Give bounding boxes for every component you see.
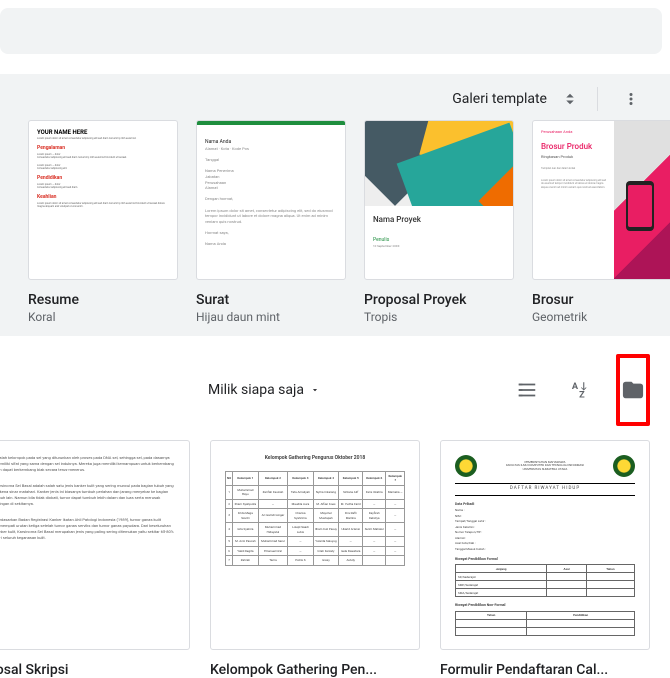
thumb-section: Keahlian: [37, 194, 169, 201]
org-line: UNIVERSITAS SUMATERA UTARA: [477, 468, 613, 472]
thumb-date: 10 September 20XX: [373, 244, 505, 248]
thumb-text: Lorem ipsum — dolorConsectetur adipiscin…: [37, 164, 169, 171]
doc-card[interactable]: Kelompok Gathering Pengurus Oktober 2018…: [210, 440, 420, 678]
doc-table: NOKelompok 1Kelompok 2Kelompok 3Kelompok…: [225, 471, 405, 566]
thumb-text: Lorem ipsum — dolorConsectetur adipiscin…: [37, 153, 169, 160]
sort-az-icon[interactable]: AZ: [562, 371, 600, 409]
template-gallery-section: Galeri template YOUR NAME HERE Lorem ips…: [0, 74, 670, 336]
org-logo-icon: [613, 455, 635, 477]
form-section: Riwayat Pendidikan Non-Formal: [455, 603, 635, 608]
highlight-annotation: [616, 354, 650, 426]
template-thumb: YOUR NAME HERE Lorem ipsum dolor sit ame…: [28, 120, 178, 280]
thumb-name: YOUR NAME HERE: [37, 129, 169, 137]
template-gallery-label: Galeri template: [452, 91, 547, 107]
template-card-brosur[interactable]: Perusahaan Anda Brosur Produk Ringkasan …: [532, 120, 670, 324]
org-logo-icon: [455, 455, 477, 477]
search-bar[interactable]: [0, 8, 662, 54]
form-section: Data Pribadi: [455, 502, 635, 507]
doc-thumb: adalah kelompok pada sel yang diturunkan…: [0, 440, 190, 650]
recent-docs-row: adalah kelompok pada sel yang diturunkan…: [0, 440, 670, 678]
thumb-sub: Ringkasan Produk: [541, 154, 606, 160]
open-file-picker-icon[interactable]: [622, 352, 644, 428]
doc-title: oposal Skripsi: [0, 662, 190, 678]
thumb-text: Lorem ipsum dolor sit amet consectetur a…: [37, 202, 169, 209]
doc-card[interactable]: adalah kelompok pada sel yang diturunkan…: [0, 440, 190, 678]
thumb-section: Pendidikan: [37, 175, 169, 182]
template-title: Proposal Proyek: [364, 292, 514, 308]
template-gallery-header: Galeri template: [0, 74, 670, 120]
owner-filter-dropdown[interactable]: Milik siapa saja: [200, 376, 328, 404]
svg-text:A: A: [572, 382, 579, 392]
thumb-heading: Brosur Produk: [541, 141, 606, 152]
form-title: DAFTAR RIWAYAT HIDUP: [455, 483, 635, 496]
thumb-title: Nama Proyek: [373, 214, 505, 225]
template-subtitle: Geometrik: [532, 310, 670, 324]
divider: [597, 87, 598, 111]
template-thumb: Nama Proyek Penulis 10 September 20XX: [364, 120, 514, 280]
svg-text:Z: Z: [579, 390, 585, 400]
docs-toolbar: Milik siapa saja AZ: [0, 336, 670, 440]
thumb-text: Lorem ipsum dolor sit amet consectetur a…: [37, 137, 169, 141]
template-subtitle: Tropis: [364, 310, 514, 324]
template-title: Surat: [196, 292, 346, 308]
dropdown-arrow-icon: [310, 385, 320, 395]
doc-thumb: Kelompok Gathering Pengurus Oktober 2018…: [210, 440, 420, 650]
template-title: Brosur: [532, 292, 670, 308]
template-row: YOUR NAME HERE Lorem ipsum dolor sit ame…: [0, 120, 670, 324]
thumb-author: Penulis: [373, 237, 505, 244]
doc-card[interactable]: PEMERINTAHAN MAHASISWA FAKULTAS ILMU KOM…: [440, 440, 650, 678]
doc-title: Kelompok Gathering Pen...: [210, 662, 420, 678]
thumb-text: Lorem ipsum — dolorConsectetur adipiscin…: [37, 183, 169, 190]
template-subtitle: Koral: [28, 310, 178, 324]
thumb-tag: Tampilan luar dan dalam kotak: [541, 167, 606, 171]
owner-filter-label: Milik siapa saja: [208, 382, 304, 398]
more-options-icon[interactable]: [616, 84, 646, 114]
template-thumb: Perusahaan Anda Brosur Produk Ringkasan …: [532, 120, 670, 280]
template-card-resume[interactable]: YOUR NAME HERE Lorem ipsum dolor sit ame…: [28, 120, 178, 324]
list-view-icon[interactable]: [508, 371, 546, 409]
template-title: Resume: [28, 292, 178, 308]
doc-title: Formulir Pendaftaran Cal...: [440, 662, 650, 678]
form-section: Riwayat Pendidikan Formal: [455, 557, 635, 562]
thumb-company: Perusahaan Anda: [541, 129, 606, 135]
thumb-section: Pengalaman: [37, 145, 169, 152]
doc-table-header: Kelompok Gathering Pengurus Oktober 2018: [225, 455, 405, 463]
template-subtitle: Hijau daun mint: [196, 310, 346, 324]
template-thumb: Nama Anda Alamat · Kota · Kode Pos Tangg…: [196, 120, 346, 280]
template-card-surat[interactable]: Nama Anda Alamat · Kota · Kode Pos Tangg…: [196, 120, 346, 324]
doc-thumb: PEMERINTAHAN MAHASISWA FAKULTAS ILMU KOM…: [440, 440, 650, 650]
template-card-proposal[interactable]: Nama Proyek Penulis 10 September 20XX Pr…: [364, 120, 514, 324]
thumb-text: Lorem ipsum dolor sit amet consectetur a…: [541, 179, 606, 190]
expand-collapse-icon[interactable]: [561, 90, 579, 108]
